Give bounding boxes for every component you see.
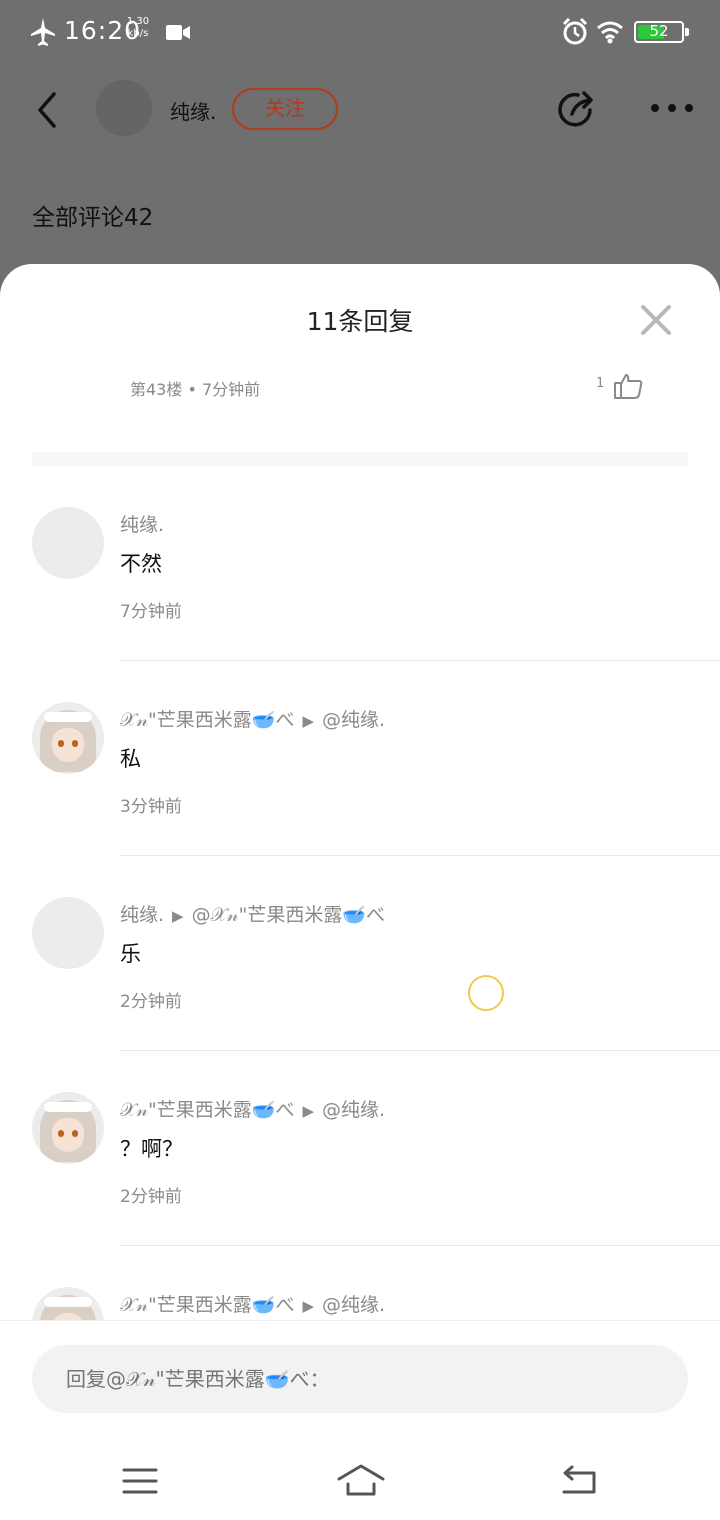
alarm-icon [562, 18, 588, 45]
all-comments-label: 全部评论42 [32, 205, 154, 231]
back-arrow-icon[interactable] [30, 88, 66, 132]
reply-to-arrow-icon: ▶ [302, 1297, 314, 1315]
video-camera-icon [166, 25, 190, 40]
reply-input-bar [0, 1320, 720, 1440]
battery-level: 52 [649, 22, 669, 40]
reply-item[interactable]: 𝒳𝓃"芒果西米露🥣べ ▶ @纯缘. [0, 1044, 720, 1359]
reply-item[interactable]: 𝒳𝓃"芒果西米露🥣べ ▶ @纯缘. 私 3分钟前 [0, 459, 720, 856]
author-avatar[interactable] [96, 80, 152, 136]
reply-item[interactable]: 𝒳𝓃"芒果西米露🥣べ ▶ @纯缘. ？啊？ 2分钟前 [0, 849, 720, 1246]
reply-item[interactable]: 纯缘. ▶ @𝒳𝓃"芒果西米露🥣べ 乐 2分钟前 [0, 654, 720, 1051]
reply-author[interactable]: 𝒳𝓃"芒果西米露🥣べ [120, 1294, 294, 1316]
airplane-mode-icon [31, 18, 55, 46]
more-dots-icon[interactable] [650, 98, 694, 118]
reply-input[interactable] [32, 1345, 688, 1413]
battery-tip [685, 28, 689, 36]
net-speed: 1.30 kb/s [126, 16, 150, 39]
follow-button[interactable]: 关注 [232, 88, 338, 130]
background-page: 16:20 1.30 kb/s 52 纯缘. 关注 全部评论42 [0, 0, 720, 300]
author-name[interactable]: 纯缘. [170, 96, 216, 125]
return-icon[interactable] [560, 1464, 598, 1496]
status-bar: 16:20 1.30 kb/s 52 [0, 0, 720, 64]
share-icon[interactable] [554, 88, 598, 132]
top-navigation: 纯缘. 关注 [0, 70, 720, 150]
system-navigation-bar [0, 1440, 720, 1520]
reply-meta: 𝒳𝓃"芒果西米露🥣べ ▶ @纯缘. [120, 1290, 385, 1317]
reply-item[interactable]: 纯缘. 不然 7分钟前 [0, 264, 720, 661]
divider [120, 1245, 720, 1246]
touch-indicator [468, 975, 504, 1011]
home-icon[interactable] [336, 1462, 386, 1498]
wifi-icon [597, 21, 623, 44]
battery-icon: 52 [634, 21, 684, 43]
reply-target[interactable]: @纯缘. [322, 1294, 385, 1316]
replies-sheet: 11条回复 第43楼 • 7分钟前 1 纯缘. 不然 7分钟前 𝒳𝓃"芒果西米露… [0, 264, 720, 1520]
menu-icon[interactable] [122, 1466, 158, 1496]
